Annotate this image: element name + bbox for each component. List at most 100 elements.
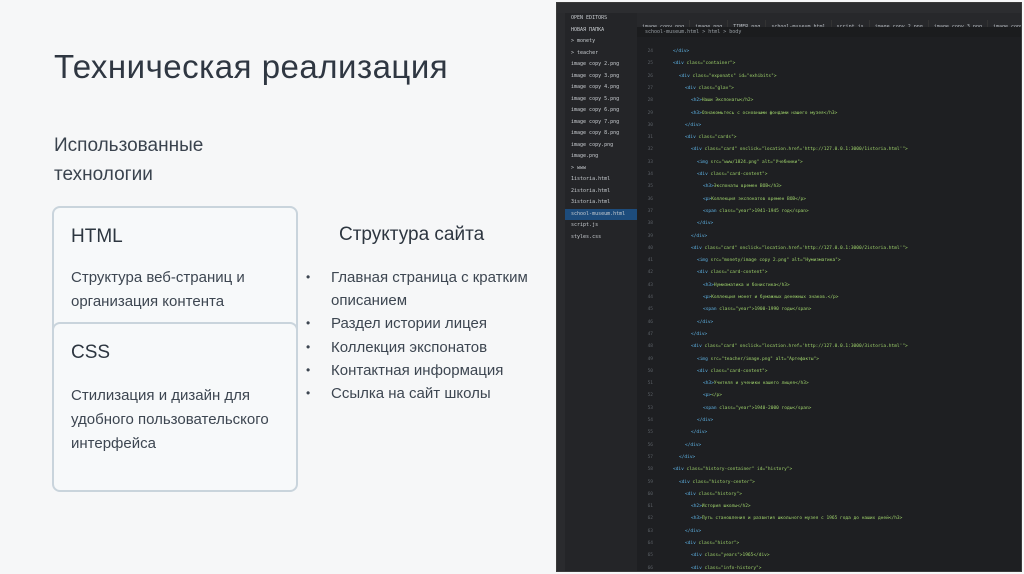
- list-item: • Главная страница с кратким описанием: [306, 266, 556, 312]
- code-line: 44 <p>Коллекция монет и бумажных денежных…: [647, 295, 839, 300]
- list-item-text: Ссылка на сайт школы: [331, 385, 491, 403]
- html-card-text: Структура веб-страниц и организация конт…: [71, 269, 245, 310]
- list-item: • Ссылка на сайт школы: [306, 382, 556, 405]
- site-structure-heading: Структура сайта: [339, 224, 485, 245]
- code-area: school-museum.html > html > body 24 </div…: [637, 29, 1021, 571]
- site-structure-list: • Главная страница с кратким описанием • Р…: [306, 266, 556, 405]
- code-line: 50 <div class="card-content">: [647, 368, 768, 374]
- file-tree-item: 3istoria.html: [571, 199, 611, 205]
- html-card: HTML Структура веб-страниц и организация…: [52, 206, 298, 330]
- editor-tab: image copy 4.png: [988, 20, 1021, 27]
- bullet-icon: •: [306, 386, 311, 401]
- code-editor-screenshot: FileEditSelectionViewGoRunTerminalHelp O…: [556, 2, 1022, 572]
- file-tree-item: > www: [571, 164, 587, 171]
- file-tree-item: image.png: [571, 153, 599, 159]
- list-item: • Коллекция экспонатов: [306, 336, 556, 359]
- file-tree-item: image copy 3.png: [571, 72, 620, 79]
- code-line: 35 <h3>Экспонаты времен ВОВ</h3>: [647, 184, 782, 190]
- slide-title: Техническая реализация: [54, 48, 449, 85]
- list-item-text: Коллекция экспонатов: [331, 338, 488, 356]
- editor-tab: image copy.png: [637, 20, 691, 27]
- file-explorer: OPEN EDITORS НОВАЯ ПАПКА > monety > teacher…: [565, 13, 637, 571]
- code-line: 54 </div>: [647, 418, 714, 423]
- code-line: 38 </div>: [647, 221, 714, 227]
- code-line: 51 <h3>Учителя и ученики нашего лицея</h3…: [647, 381, 809, 387]
- editor-tab: image copy 2.png: [870, 20, 929, 27]
- code-line: 61 <h2>История школы</h2>: [647, 504, 751, 510]
- file-tree-item: script.js: [571, 222, 599, 228]
- code-line: 52 <p></p>: [647, 393, 722, 399]
- code-line: 49 <img src="teacher/image.png" alt="Арте…: [647, 356, 819, 362]
- code-line: 39 </div>: [647, 233, 708, 239]
- file-tree-item: НОВАЯ ПАПКА: [571, 26, 605, 33]
- file-tree-item: image copy 7.png: [571, 118, 620, 125]
- code-line: 40 <div class="card" onclick="location.hr…: [647, 245, 908, 251]
- code-line: 62 <h3>Путь становления и развития школьн…: [647, 516, 903, 522]
- code-line: 29 <h3>Ознакомьтесь с основными фондами н…: [647, 110, 838, 116]
- file-tree-item: 1istoria.html: [571, 176, 611, 182]
- code-line: 53 <span class="year">1940-2000 годы</spa…: [647, 405, 812, 411]
- code-line: 34 <div class="card-content">: [647, 172, 768, 177]
- file-tree-item: image copy 6.png: [571, 107, 620, 113]
- file-tree-item: > monety: [571, 38, 596, 44]
- code-line: 66 <div class="info-history">: [647, 565, 762, 571]
- file-tree-item: OPEN EDITORS: [571, 15, 608, 21]
- editor-tab: TIMER.png: [728, 20, 767, 27]
- editor-tab: script.js: [832, 20, 870, 27]
- file-tree-item: styles.css: [571, 233, 602, 240]
- bullet-icon: •: [306, 339, 311, 354]
- bullet-icon: •: [306, 270, 311, 284]
- list-item: • Раздел истории лицея: [306, 312, 556, 335]
- code-line: 30 </div>: [647, 122, 702, 128]
- code-line: 37 <span class="year">1941-1945 год</span…: [647, 208, 809, 214]
- code-line: 27 <div class="glav">: [647, 85, 734, 91]
- file-tree-item: image copy 4.png: [571, 84, 620, 90]
- editor-tab: image.png: [690, 20, 729, 27]
- code-line: 31 <div class="cards">: [647, 135, 737, 141]
- file-tree-item: school-museum.html: [565, 208, 637, 220]
- code-line: 24 </div>: [647, 49, 690, 54]
- code-line: 57 </div>: [647, 454, 696, 460]
- code-line: 28 <h2>Наши Экспонаты</h2>: [647, 98, 754, 104]
- file-tree-item: image copy.png: [571, 141, 614, 148]
- code-line: 63 </div>: [647, 528, 702, 534]
- code-line: 36 <p>Коллекция экспонатов времен ВОВ</p>: [647, 196, 806, 202]
- code-line: 42 <div class="card-content">: [647, 270, 768, 276]
- bullet-icon: •: [306, 316, 311, 331]
- code-line: 33 <img src="www/1824.png" alt="Учебники"…: [647, 159, 803, 165]
- css-card-title: CSS: [71, 342, 111, 363]
- technologies-subtitle: Использованные технологии: [54, 135, 204, 185]
- code-line: 56 </div>: [647, 442, 702, 448]
- editor-tabs: image copy.png image.png TIMER.png school-m…: [637, 13, 1021, 27]
- file-tree-item: 2istoria.html: [571, 187, 611, 194]
- code-line: 46 </div>: [647, 319, 714, 325]
- code-line: 43 <h3>Нумизматика и бонистика</h3>: [647, 282, 790, 288]
- bullet-icon: •: [306, 362, 311, 377]
- code-line: 25 <div class="container">: [647, 61, 736, 67]
- css-card: CSS Стилизация и дизайн для удобного пол…: [52, 322, 298, 492]
- list-item-text: Главная страница с кратким описанием: [331, 269, 528, 310]
- code-line: 48 <div class="card" onclick="location.hr…: [647, 344, 908, 350]
- list-item: • Контактная информация: [306, 359, 556, 382]
- code-line: 55 </div>: [647, 430, 708, 436]
- code-line: 32 <div class="card" onclick="location.hr…: [647, 147, 908, 153]
- breadcrumb: school-museum.html > html > body: [645, 29, 742, 35]
- list-item-text: Контактная информация: [331, 361, 504, 379]
- list-item-text: Раздел истории лицея: [331, 315, 487, 333]
- code-line: 64 <div class="histor">: [647, 541, 740, 546]
- code-line: 41 <img src="monety/image copy 2.png" alt…: [647, 258, 841, 264]
- code-line: 59 <div class="history-center">: [647, 479, 755, 485]
- file-tree-item: > teacher: [571, 49, 599, 56]
- editor-menu-bar: FileEditSelectionViewGoRunTerminalHelp: [557, 3, 1021, 20]
- html-card-title: HTML: [71, 226, 123, 247]
- code-line: 26 <div class="exponats" id="exhibits">: [647, 73, 777, 79]
- file-tree-item: image copy 8.png: [571, 130, 620, 136]
- code-line: 45 <span class="year">1900-1990 годы</spa…: [647, 307, 812, 313]
- code-line: 60 <div class="history">: [647, 491, 742, 497]
- activity-bar: [557, 13, 565, 571]
- css-card-text: Стилизация и дизайн для удобного пользов…: [71, 387, 269, 452]
- file-tree-item: image copy 5.png: [571, 95, 620, 102]
- code-line: 47 </div>: [647, 331, 708, 337]
- editor-tab: school-museum.html: [766, 20, 832, 27]
- editor-tab: image copy 3.png: [929, 20, 988, 27]
